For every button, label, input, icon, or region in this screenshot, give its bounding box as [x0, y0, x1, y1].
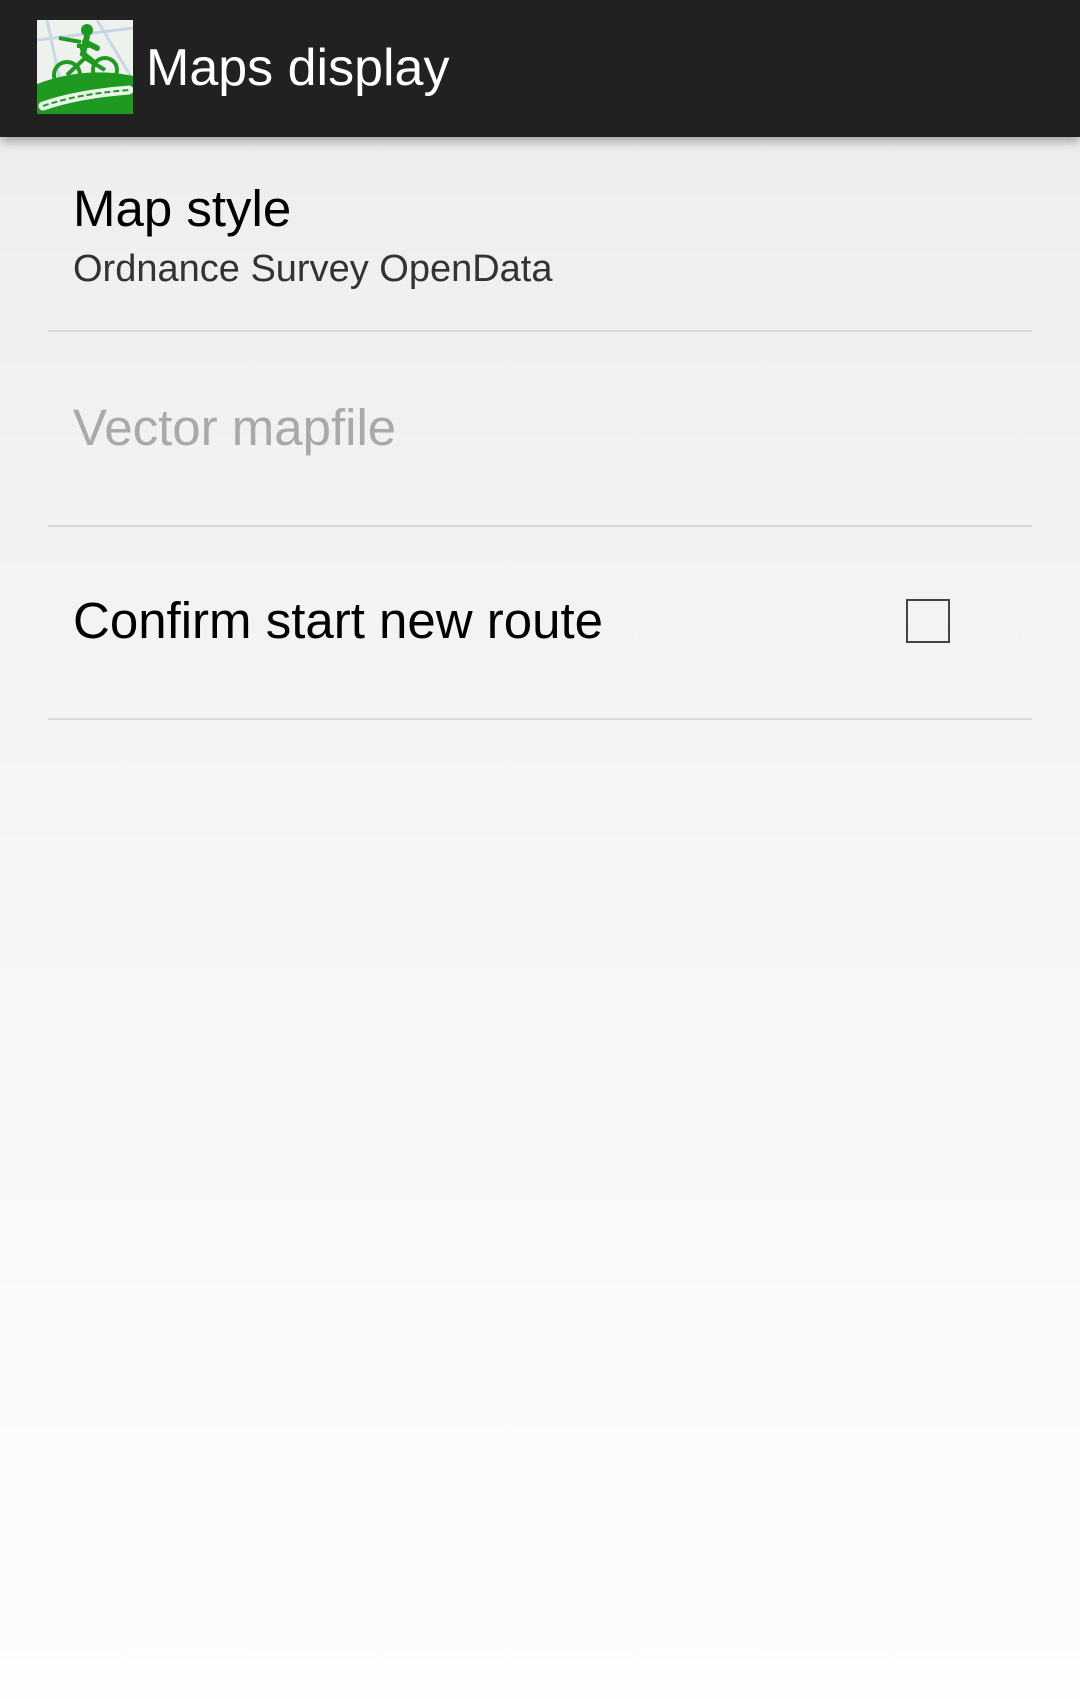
pref-vector-mapfile-title: Vector mapfile — [73, 399, 397, 456]
pref-confirm-start-new-route-title: Confirm start new route — [73, 592, 604, 649]
page-title: Maps display — [146, 39, 450, 97]
action-bar: Maps display — [0, 0, 1080, 137]
preferences-list: Map style Ordnance Survey OpenData Vecto… — [0, 137, 1080, 720]
pref-vector-mapfile: Vector mapfile — [48, 332, 1032, 527]
pref-map-style[interactable]: Map style Ordnance Survey OpenData — [48, 137, 1032, 332]
confirm-start-new-route-checkbox[interactable] — [906, 599, 950, 643]
pref-map-style-title: Map style — [73, 180, 292, 237]
cyclestreets-logo-icon[interactable] — [37, 20, 133, 114]
pref-confirm-start-new-route[interactable]: Confirm start new route — [48, 527, 1032, 720]
pref-map-style-summary: Ordnance Survey OpenData — [73, 248, 553, 290]
